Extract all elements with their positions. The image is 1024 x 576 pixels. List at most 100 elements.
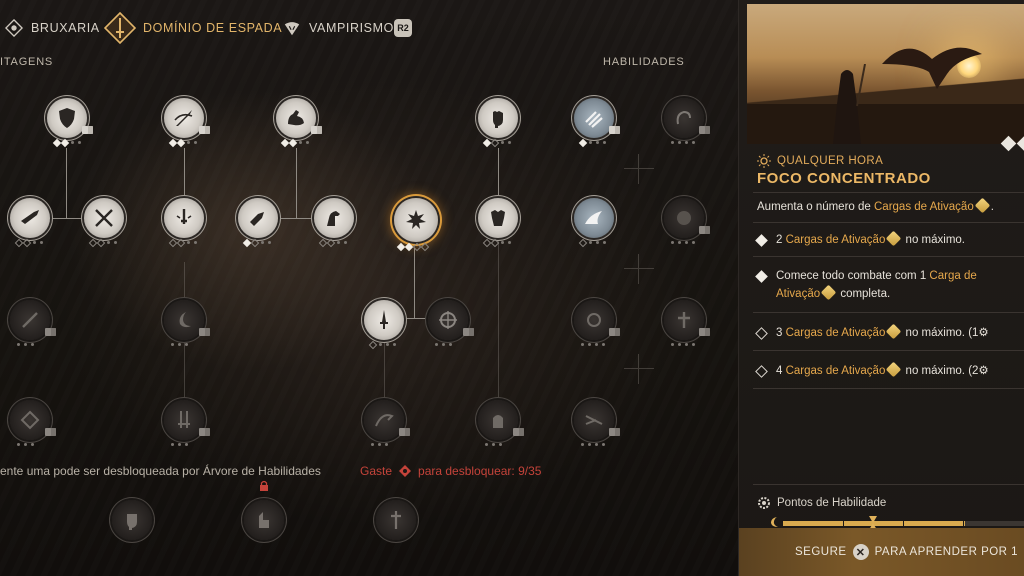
book-icon [609,126,620,134]
skill-node-crossed-swords[interactable] [84,198,124,238]
tab-bruxaria-label: Bruxaria [31,21,100,35]
skill-node-locked[interactable] [478,400,524,440]
skill-tier-3: 3 Cargas de Ativação no máximo. (1⚙ [755,324,1024,342]
skill-points-progress [783,521,1024,526]
desc-suffix: . [990,201,994,213]
rank-pips [482,138,512,148]
time-label: QUALQUER HORA [777,155,884,167]
section-label-vantagens: ITAGENS [0,56,54,68]
skill-node-locked[interactable] [164,400,210,440]
swirl-icon [676,110,691,125]
dagger-icon [380,310,388,329]
connector-line [498,148,499,196]
skill-node-ultimate-locked[interactable] [112,500,152,540]
rank-pips [16,442,35,447]
learn-action-bar[interactable]: SEGURE ✕ PARA APRENDER POR 1 [739,528,1024,576]
wing-strike-icon [585,211,602,224]
spiral-icon [587,313,601,327]
skill-node-shield[interactable] [47,98,93,138]
book-icon [199,428,210,436]
activation-charge-icon [886,324,902,340]
skill-node-hand-strike[interactable] [238,198,278,238]
skill-node-ability-beast[interactable] [664,198,710,238]
rank-pips [434,342,453,347]
rank-pips [318,238,348,248]
activation-charge-icon [886,362,902,378]
skill-node-ability-claw[interactable] [574,98,620,138]
compass-icon [439,311,457,329]
skill-node-locked[interactable] [428,300,474,340]
skill-node-ability-wing[interactable] [574,198,614,238]
slot-marker-icon [624,254,654,284]
connector-line [498,240,499,420]
skill-node-blade[interactable] [10,198,50,238]
skill-node-locked[interactable] [364,400,410,440]
divider [753,388,1024,389]
skill-node-fist[interactable] [478,98,518,138]
skill-node-sword-slash[interactable] [164,98,210,138]
book-icon [699,126,710,134]
skill-node-ultimate-locked[interactable] [376,500,416,540]
skill-node-ability-locked[interactable] [574,400,620,440]
skill-tree-area: Bruxaria Domínio de Espada Vampirismo R2… [0,0,738,576]
rank-pips [368,340,397,350]
tab-dominio-label: Domínio de Espada [143,21,283,35]
rank-pips [396,242,430,252]
book-icon [399,428,410,436]
skill-points-row: Pontos de Habilidade [757,496,886,510]
book-icon [513,428,524,436]
skill-node-dagger[interactable] [364,300,404,340]
skill-point-icon [399,465,412,477]
lock-icon [260,480,268,491]
skill-node-ability-locked[interactable] [664,300,710,340]
skill-node-strength[interactable] [276,98,322,138]
skill-tier-2: Comece todo combate com 1 Carga de Ativa… [755,267,1024,303]
tier-2-pre: Comece todo combate com 1 [776,270,927,282]
learn-label: PARA APRENDER POR 1 [874,546,1019,558]
tier-4-cost: (2 [968,365,979,377]
crescent-icon [179,312,191,328]
connector-line [184,148,185,196]
divider [753,484,1024,485]
connector-line [402,318,426,319]
book-icon [199,126,210,134]
activation-charge-icon [886,231,902,247]
skill-node-sword-burst[interactable] [164,198,204,238]
tab-bruxaria[interactable]: Bruxaria [4,18,100,38]
sword-slash-icon [174,110,193,126]
tab-vampirismo[interactable]: Vampirismo [282,18,394,38]
hand-strike-icon [250,212,264,226]
book-icon [699,226,710,234]
skill-node-locked[interactable] [10,300,56,340]
activation-charge-icon [974,197,991,214]
rank-pips [370,442,389,447]
hold-label: SEGURE [795,546,847,558]
spend-suffix: para desbloquear: 9/35 [418,464,542,478]
slash-icon [22,312,38,328]
focus-burst-icon [406,210,426,229]
moon-icon [771,517,778,527]
book-icon [311,126,322,134]
section-label-habilidades: HABILIDADES [603,56,685,68]
connector-line [66,148,67,218]
skill-node-locked[interactable] [10,400,56,440]
tier-unlocked-icon [755,270,768,283]
skill-node-armor[interactable] [478,198,518,238]
rank-pips [170,342,189,347]
skill-node-ability-locked[interactable] [664,98,710,138]
skill-node-ability-locked[interactable] [574,300,620,340]
skill-node-locked[interactable] [164,300,210,340]
skill-node-foco-concentrado[interactable] [394,198,438,242]
skill-node-ultimate-locked[interactable] [244,500,284,540]
skill-detail-panel: QUALQUER HORA FOCO CONCENTRADO Aumenta o… [738,0,1024,576]
rank-pips [578,138,607,148]
desc-highlight: Cargas de Ativação [874,201,974,213]
tier-unlocked-icon [755,234,768,247]
cross-icon [678,312,690,328]
rank-pips [670,140,696,145]
tab-dominio-de-espada[interactable]: Domínio de Espada [104,12,282,44]
rank-pips [484,442,503,447]
spend-prefix: Gaste [360,464,393,478]
skill-node-charge[interactable] [314,198,354,238]
horse-icon [327,211,340,226]
